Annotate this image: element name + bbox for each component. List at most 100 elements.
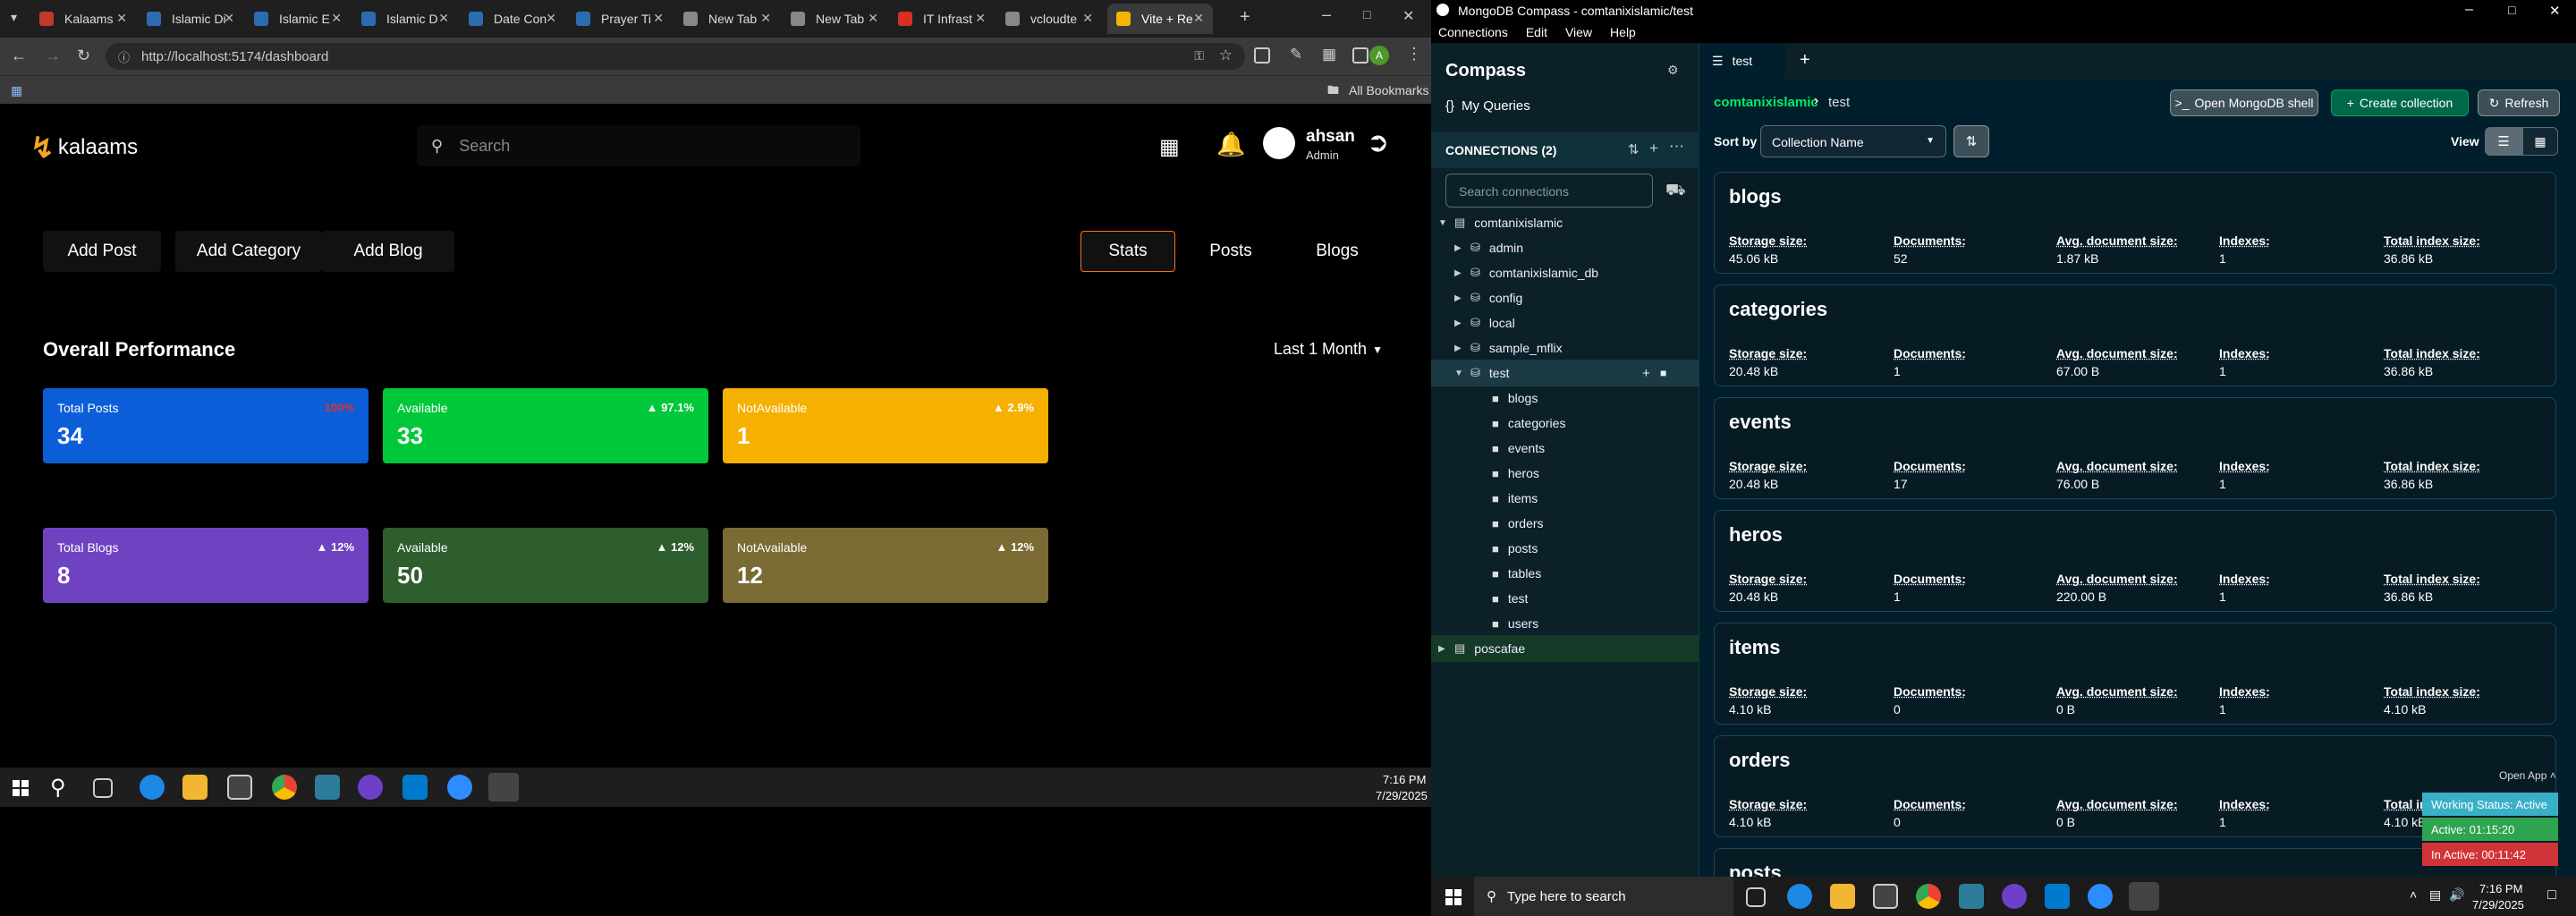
add-connection-icon[interactable]: +: [1649, 140, 1658, 157]
compass-taskbar-icon[interactable]: [2129, 882, 2159, 911]
store-icon[interactable]: [227, 775, 252, 800]
menu-item[interactable]: Help: [1610, 25, 1636, 39]
task-view-icon[interactable]: [93, 778, 113, 798]
browser-tab[interactable]: Kalaams ✕: [30, 4, 136, 34]
maximize-icon[interactable]: □: [2508, 3, 2515, 17]
browser-tab[interactable]: Islamic E ✕: [245, 4, 351, 34]
stat-card[interactable]: NotAvailable 1 ▲ 2.9%: [723, 388, 1048, 463]
tab-close-icon[interactable]: ✕: [546, 11, 556, 26]
password-key-icon[interactable]: ⚿: [1194, 48, 1204, 64]
logout-icon[interactable]: ➲: [1367, 127, 1389, 158]
taskbar-search-input[interactable]: Type here to search: [1507, 889, 1626, 904]
tab-blogs[interactable]: Blogs: [1284, 231, 1390, 272]
logo[interactable]: ↯ kalaams: [30, 131, 138, 165]
tab-close-icon[interactable]: ✕: [224, 11, 234, 26]
tray-chevron-icon[interactable]: ˄: [2410, 887, 2417, 902]
add-collection-icon[interactable]: +: [1642, 366, 1650, 381]
stat-card[interactable]: Available 50 ▲ 12%: [383, 528, 708, 603]
collection-card[interactable]: items Storage size: 4.10 kB Documents: 0 Avg.…: [1714, 623, 2556, 725]
collection-card[interactable]: events Storage size: 20.48 kB Documents: 17 A…: [1714, 397, 2556, 499]
notification-icon[interactable]: □: [2547, 887, 2556, 903]
tree-item[interactable]: ■ posts: [1488, 537, 1538, 560]
tree-item[interactable]: ▶ ▤ poscafae: [1438, 637, 1525, 660]
github-icon[interactable]: [2002, 884, 2027, 909]
site-info-icon[interactable]: ⓘ: [118, 48, 130, 65]
search-input[interactable]: Search: [459, 137, 510, 156]
app-icon[interactable]: [315, 775, 340, 800]
app-icon[interactable]: [1959, 884, 1984, 909]
file-explorer-icon[interactable]: [1830, 884, 1855, 909]
tree-item[interactable]: ■ orders: [1488, 512, 1544, 535]
reload-icon[interactable]: ↻: [77, 47, 90, 65]
back-icon[interactable]: ←: [11, 47, 27, 65]
apps-grid-icon[interactable]: ▦: [11, 83, 22, 98]
github-icon[interactable]: [358, 775, 383, 800]
caret-right-icon[interactable]: ▶: [1454, 344, 1467, 353]
collection-card[interactable]: blogs Storage size: 45.06 kB Documents: 52 Av…: [1714, 172, 2556, 274]
bell-icon[interactable]: 🔔: [1216, 131, 1245, 158]
tab-posts[interactable]: Posts: [1175, 231, 1286, 272]
browser-tab[interactable]: IT Infrast ✕: [889, 4, 995, 34]
breadcrumb-db[interactable]: comtanixislamic: [1714, 95, 1818, 110]
tab-close-icon[interactable]: ✕: [1193, 11, 1204, 26]
network-icon[interactable]: ▤: [2429, 887, 2441, 903]
tab-close-icon[interactable]: ✕: [975, 11, 986, 26]
chrome-icon[interactable]: [1916, 884, 1941, 909]
tab-search-icon[interactable]: ▾: [11, 10, 17, 25]
menu-item[interactable]: Edit: [1526, 25, 1547, 39]
tab-stats[interactable]: Stats: [1080, 231, 1175, 272]
add-tab-icon[interactable]: +: [1800, 50, 1810, 71]
open-shell-button[interactable]: >_ Open MongoDB shell: [2170, 89, 2318, 116]
edge-icon[interactable]: [1787, 884, 1812, 909]
bookmark-star-icon[interactable]: ☆: [1219, 47, 1233, 64]
tree-item[interactable]: ■ users: [1488, 612, 1538, 635]
stat-card[interactable]: Available 33 ▲ 97.1%: [383, 388, 708, 463]
caret-right-icon[interactable]: ▶: [1454, 293, 1467, 303]
extension-icon[interactable]: [1254, 47, 1270, 64]
tab-close-icon[interactable]: ✕: [116, 11, 127, 26]
tree-item[interactable]: ▼ ▤ comtanixislamic: [1438, 211, 1563, 234]
tab-close-icon[interactable]: ✕: [653, 11, 664, 26]
browser-tab[interactable]: Prayer Ti ✕: [567, 4, 673, 34]
tree-item[interactable]: ▶ ⛁ comtanixislamic_db: [1454, 261, 1598, 284]
my-queries-link[interactable]: {} My Queries: [1445, 98, 1530, 114]
edge-icon[interactable]: [140, 775, 165, 800]
stat-card[interactable]: NotAvailable 12 ▲ 12%: [723, 528, 1048, 603]
stat-card[interactable]: Total Posts 34 100%: [43, 388, 369, 463]
tree-item[interactable]: ■ tables: [1488, 562, 1541, 585]
collapse-icon[interactable]: ⇅: [1628, 141, 1640, 157]
period-dropdown[interactable]: Last 1 Month ▼: [1274, 340, 1383, 359]
task-view-icon[interactable]: [1746, 887, 1766, 907]
browser-tab[interactable]: New Tab ✕: [674, 4, 780, 34]
url-input[interactable]: ⓘ http://localhost:5174/dashboard ⚿ ☆: [106, 43, 1245, 70]
trash-icon[interactable]: ■: [1660, 367, 1666, 379]
browser-tab[interactable]: vcloudte ✕: [996, 4, 1102, 34]
apps-grid-icon[interactable]: ▦: [1159, 134, 1180, 160]
tab-test[interactable]: ☰ test: [1699, 43, 1785, 79]
zoom-icon[interactable]: [447, 775, 472, 800]
create-collection-button[interactable]: + Create collection: [2331, 89, 2469, 116]
caret-down-icon[interactable]: ▼: [1438, 218, 1451, 228]
windows-start-icon[interactable]: [13, 780, 29, 796]
refresh-button[interactable]: ↻ Refresh: [2478, 89, 2560, 116]
sidepanel-icon[interactable]: [1352, 47, 1368, 64]
forward-icon[interactable]: →: [45, 47, 61, 65]
chrome-icon[interactable]: [272, 775, 297, 800]
settings-gear-icon[interactable]: ⚙: [1667, 63, 1679, 78]
tree-item[interactable]: ■ test: [1488, 587, 1528, 610]
minimize-icon[interactable]: –: [1322, 5, 1331, 24]
minimize-icon[interactable]: –: [2465, 2, 2473, 18]
browser-tab[interactable]: Vite + Re ✕: [1107, 4, 1213, 34]
puzzle-icon[interactable]: ▦: [1322, 46, 1336, 64]
tab-close-icon[interactable]: ✕: [438, 11, 449, 26]
store-icon[interactable]: [1873, 884, 1898, 909]
file-explorer-icon[interactable]: [182, 775, 208, 800]
browser-tab[interactable]: Date Con ✕: [460, 4, 565, 34]
tree-item[interactable]: ▼ ⛁ test + ■: [1454, 361, 1666, 385]
search-box[interactable]: ⚲ Search: [417, 125, 860, 166]
caret-right-icon[interactable]: ▶: [1454, 243, 1467, 253]
menu-kebab-icon[interactable]: ⋮: [1406, 45, 1422, 64]
filter-icon[interactable]: ⛟: [1665, 181, 1686, 202]
caret-down-icon[interactable]: ▼: [1454, 369, 1467, 378]
collection-card[interactable]: categories Storage size: 20.48 kB Documents…: [1714, 284, 2556, 386]
